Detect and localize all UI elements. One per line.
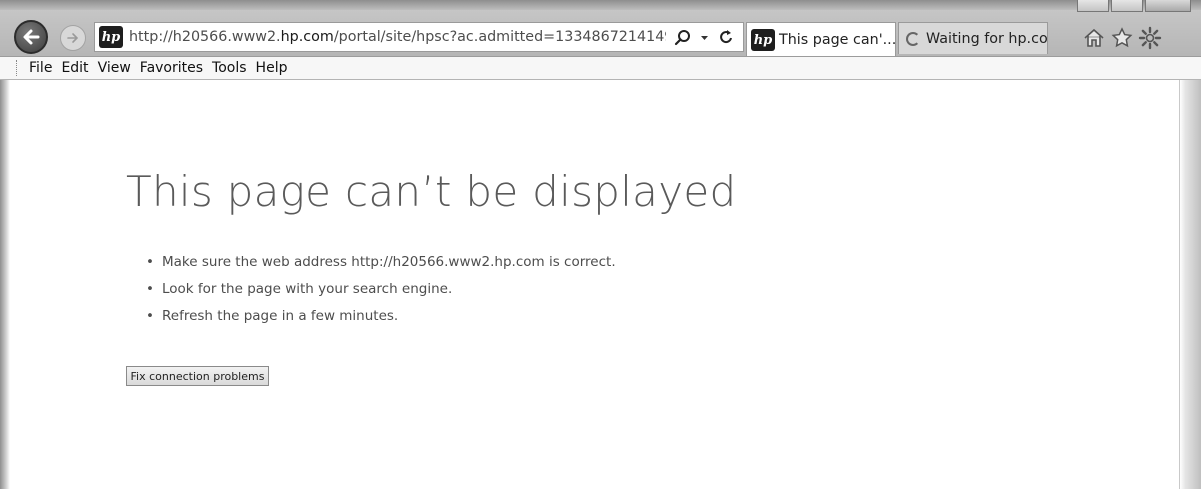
- minimize-button[interactable]: [1077, 0, 1109, 12]
- window-frame-right: [1179, 80, 1201, 489]
- bullet-icon: •: [146, 308, 154, 324]
- menu-edit[interactable]: Edit: [61, 60, 88, 76]
- home-icon[interactable]: [1080, 24, 1108, 52]
- address-tools: [671, 26, 737, 48]
- address-bar[interactable]: hp http://h20566.www2.hp.com/portal/site…: [94, 22, 744, 52]
- tab-loading[interactable]: Waiting for hp.co...: [898, 22, 1048, 54]
- list-item: • Refresh the page in a few minutes.: [146, 307, 616, 334]
- menu-favorites[interactable]: Favorites: [140, 60, 203, 76]
- toolbar-icons: [1080, 24, 1164, 52]
- window-controls: [1075, 0, 1191, 12]
- maximize-button[interactable]: [1111, 0, 1143, 12]
- list-item: • Look for the page with your search engi…: [146, 280, 616, 307]
- menu-bar: File Edit View Favorites Tools Help: [0, 56, 1201, 80]
- forward-arrow-icon: [67, 33, 79, 43]
- refresh-icon[interactable]: [715, 26, 737, 48]
- close-window-button[interactable]: [1145, 0, 1191, 12]
- page-title: This page can’t be displayed: [126, 167, 737, 216]
- back-button[interactable]: [14, 20, 48, 54]
- browser-chrome: hp http://h20566.www2.hp.com/portal/site…: [0, 0, 1201, 58]
- loading-spinner-icon: [906, 31, 920, 46]
- menu-view[interactable]: View: [98, 60, 131, 76]
- list-item: • Make sure the web address http://h20566…: [146, 253, 616, 280]
- menu-tools[interactable]: Tools: [212, 60, 247, 76]
- favorites-star-icon[interactable]: [1108, 24, 1136, 52]
- browser-window: hp http://h20566.www2.hp.com/portal/site…: [0, 0, 1201, 489]
- settings-gear-icon[interactable]: [1136, 24, 1164, 52]
- search-icon[interactable]: [671, 26, 693, 48]
- menu-file[interactable]: File: [29, 60, 52, 76]
- hp-logo-icon: hp: [99, 26, 123, 48]
- bullet-icon: •: [146, 281, 154, 297]
- tab-title: This page can'...: [779, 32, 896, 48]
- page-content: This page can’t be displayed • Make sure …: [10, 81, 1179, 489]
- tab-title: Waiting for hp.co...: [926, 30, 1048, 47]
- forward-button[interactable]: [60, 25, 86, 51]
- tab-error-page[interactable]: hp This page can'... ×: [746, 22, 896, 57]
- dropdown-chevron-icon[interactable]: [693, 26, 715, 48]
- hp-logo-icon: hp: [751, 29, 775, 51]
- suggestion-list: • Make sure the web address http://h20566…: [146, 253, 616, 334]
- menu-grip: [16, 60, 19, 76]
- bullet-icon: •: [146, 254, 154, 270]
- fix-connection-button[interactable]: Fix connection problems: [126, 366, 269, 386]
- window-frame-top: [0, 0, 1201, 10]
- url-text[interactable]: http://h20566.www2.hp.com/portal/site/hp…: [129, 29, 666, 45]
- menu-help[interactable]: Help: [256, 60, 288, 76]
- window-frame-left: [0, 80, 10, 489]
- back-arrow-icon: [23, 29, 40, 45]
